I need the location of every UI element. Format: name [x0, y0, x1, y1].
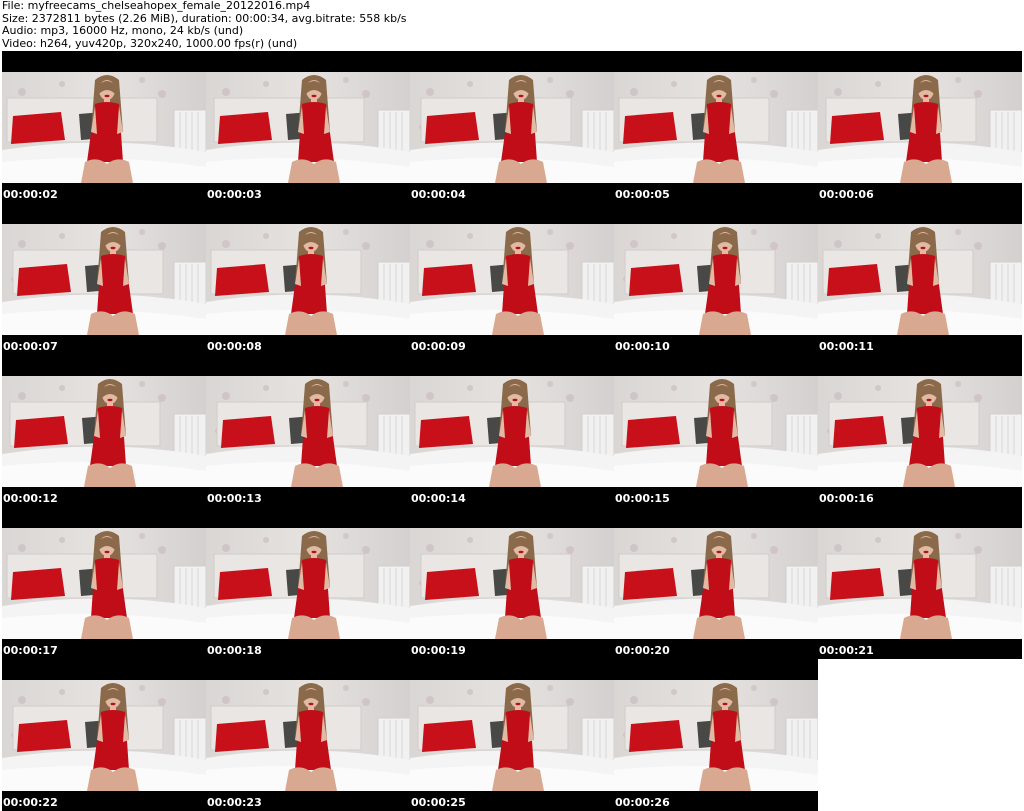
timestamp-label: 00:00:03	[207, 188, 262, 201]
timestamp-label: 00:00:06	[819, 188, 874, 201]
timestamp-label: 00:00:21	[819, 644, 874, 657]
timestamp-label: 00:00:10	[615, 340, 670, 353]
audio-info-line: Audio: mp3, 16000 Hz, mono, 24 kb/s (und…	[2, 24, 244, 37]
video-frame-image	[206, 528, 410, 639]
thumbnail-cell: 00:00:08	[206, 224, 410, 355]
timestamp-label: 00:00:22	[3, 796, 58, 809]
timestamp-label: 00:00:17	[3, 644, 58, 657]
thumbnail-cell: 00:00:15	[614, 376, 818, 507]
video-frame-image	[818, 72, 1022, 183]
thumbnail-cell: 00:00:03	[206, 72, 410, 203]
timestamp-label: 00:00:16	[819, 492, 874, 505]
thumbnail-cell: 00:00:06	[818, 72, 1022, 203]
video-info-line: Video: h264, yuv420p, 320x240, 1000.00 f…	[2, 36, 298, 50]
thumbnail-cell: 00:00:16	[818, 376, 1022, 507]
video-frame-image	[2, 224, 206, 335]
thumbnail-cell: 00:00:10	[614, 224, 818, 355]
timestamp-label: 00:00:13	[207, 492, 262, 505]
row-top-bar	[2, 203, 1022, 224]
thumbnail-cell: 00:00:17	[2, 528, 206, 659]
video-frame-image	[410, 528, 614, 639]
thumbnail-row: 00:00:02 00:00:03 00:00:04 00:00:05 00:00:06	[2, 51, 1022, 203]
video-frame-image	[818, 528, 1022, 639]
video-frame-image	[206, 680, 410, 791]
row-top-bar	[2, 507, 1022, 528]
thumbnail-cell: 00:00:04	[410, 72, 614, 203]
row-top-bar	[2, 51, 1022, 72]
thumbnail-cell: 00:00:19	[410, 528, 614, 659]
thumbnail-cell: 00:00:20	[614, 528, 818, 659]
thumbnail-cell: 00:00:07	[2, 224, 206, 355]
thumbnail-row: 00:00:12 00:00:13 00:00:14 00:00:15 00:00:16	[2, 355, 1022, 507]
video-frame-image	[614, 72, 818, 183]
video-frame-image	[818, 376, 1022, 487]
thumbnail-cell: 00:00:23	[206, 680, 410, 811]
timestamp-label: 00:00:08	[207, 340, 262, 353]
thumbnail-cell: 00:00:11	[818, 224, 1022, 355]
video-frame-image	[410, 224, 614, 335]
timestamp-label: 00:00:18	[207, 644, 262, 657]
thumbnail-row: 00:00:22 00:00:23 00:00:25 00:00:26	[2, 659, 818, 811]
video-frame-image	[2, 376, 206, 487]
thumbnail-row: 00:00:17 00:00:18 00:00:19 00:00:20 00:00:21	[2, 507, 1022, 659]
video-frame-image	[206, 376, 410, 487]
video-frame-image	[614, 376, 818, 487]
video-frame-image	[2, 528, 206, 639]
timestamp-label: 00:00:07	[3, 340, 58, 353]
video-frame-image	[410, 376, 614, 487]
timestamp-label: 00:00:26	[615, 796, 670, 809]
thumbnail-row: 00:00:07 00:00:08 00:00:09 00:00:10 00:00:11	[2, 203, 1022, 355]
thumbnail-cell: 00:00:18	[206, 528, 410, 659]
video-frame-image	[614, 680, 818, 791]
timestamp-label: 00:00:23	[207, 796, 262, 809]
thumbnail-cell: 00:00:02	[2, 72, 206, 203]
thumbnail-cell: 00:00:22	[2, 680, 206, 811]
video-frame-image	[206, 224, 410, 335]
file-name-line: File: myfreecams_chelseahopex_female_201…	[2, 0, 311, 12]
video-frame-image	[614, 528, 818, 639]
thumbnail-cell: 00:00:21	[818, 528, 1022, 659]
video-frame-image	[206, 72, 410, 183]
timestamp-label: 00:00:11	[819, 340, 874, 353]
timestamp-label: 00:00:15	[615, 492, 670, 505]
timestamp-label: 00:00:19	[411, 644, 466, 657]
row-top-bar	[2, 355, 1022, 376]
video-frame-image	[818, 224, 1022, 335]
thumbnail-cell: 00:00:09	[410, 224, 614, 355]
video-frame-image	[2, 72, 206, 183]
timestamp-label: 00:00:20	[615, 644, 670, 657]
video-frame-image	[410, 680, 614, 791]
thumbnail-grid: 00:00:02 00:00:03 00:00:04 00:00:05 00:00:06…	[2, 51, 1022, 811]
thumbnail-cell: 00:00:13	[206, 376, 410, 507]
timestamp-label: 00:00:05	[615, 188, 670, 201]
timestamp-label: 00:00:12	[3, 492, 58, 505]
timestamp-label: 00:00:25	[411, 796, 466, 809]
timestamp-label: 00:00:04	[411, 188, 466, 201]
video-frame-image	[614, 224, 818, 335]
thumbnail-cell: 00:00:26	[614, 680, 818, 811]
timestamp-label: 00:00:14	[411, 492, 466, 505]
video-frame-image	[410, 72, 614, 183]
video-frame-image	[2, 680, 206, 791]
timestamp-label: 00:00:09	[411, 340, 466, 353]
row-top-bar	[2, 659, 818, 680]
thumbnail-cell: 00:00:12	[2, 376, 206, 507]
thumbnail-cell: 00:00:14	[410, 376, 614, 507]
timestamp-label: 00:00:02	[3, 188, 58, 201]
file-info-header: File: myfreecams_chelseahopex_female_201…	[2, 0, 1022, 50]
thumbnail-cell: 00:00:25	[410, 680, 614, 811]
thumbnail-cell: 00:00:05	[614, 72, 818, 203]
